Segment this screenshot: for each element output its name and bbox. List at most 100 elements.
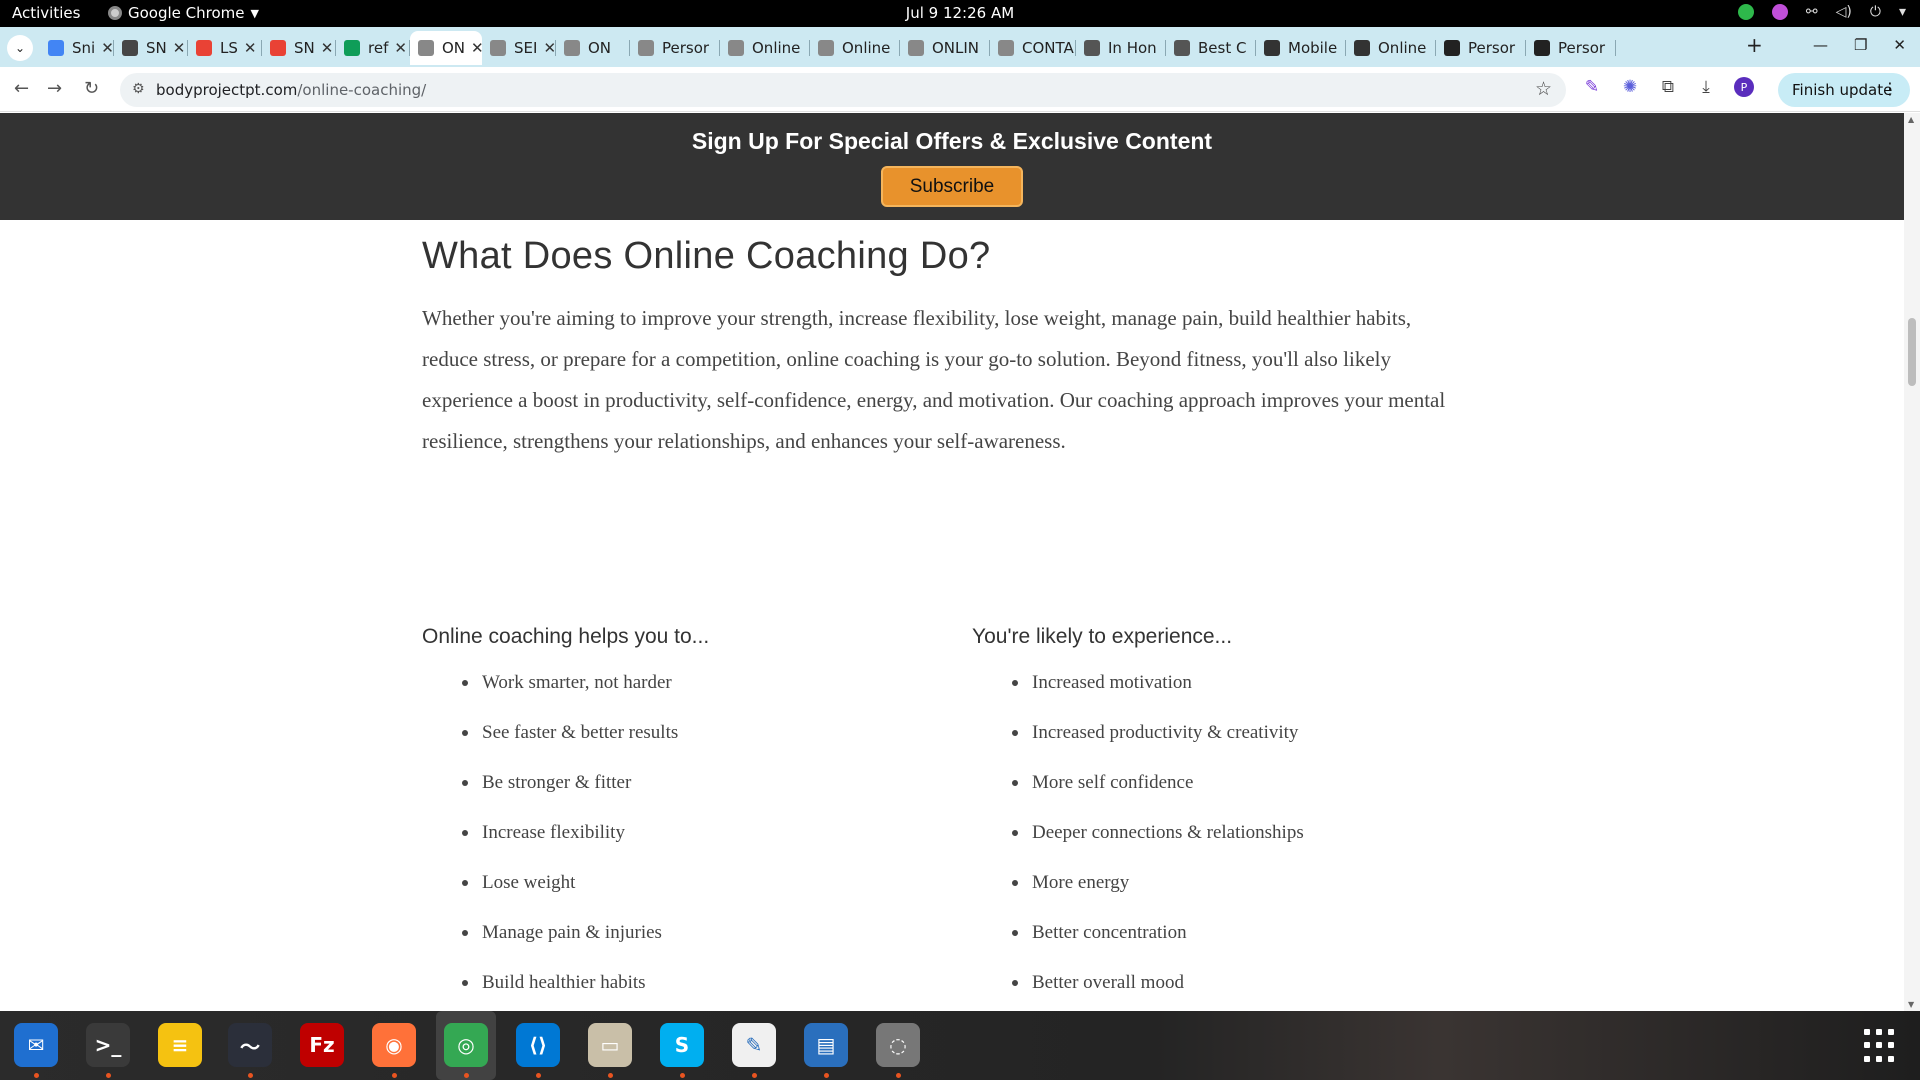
scroll-up-icon[interactable]: ▲	[1908, 115, 1914, 124]
tab[interactable]: Sni ✕	[40, 31, 114, 65]
list-item: Lose weight	[462, 871, 922, 921]
filezilla-icon[interactable]: Fz	[300, 1023, 344, 1067]
close-tab-icon[interactable]: ✕	[238, 39, 257, 57]
scroll-down-icon[interactable]: ▼	[1908, 1000, 1914, 1009]
tab[interactable]: Mobile	[1256, 31, 1346, 65]
site-icon	[490, 40, 506, 56]
page-heading: What Does Online Coaching Do?	[422, 235, 991, 277]
site-icon	[418, 40, 434, 56]
tab[interactable]: LS ✕	[188, 31, 262, 65]
left-benefits-list: Work smarter, not harder See faster & bet…	[422, 671, 922, 1011]
network-icon[interactable]: ⚯	[1806, 4, 1818, 20]
site-info-icon[interactable]: ⚙	[132, 81, 145, 97]
subscribe-button[interactable]: Subscribe	[881, 166, 1023, 207]
notes-icon[interactable]: ≡	[158, 1023, 202, 1067]
tab[interactable]: Best C	[1166, 31, 1256, 65]
tab[interactable]: Online	[810, 31, 900, 65]
extensions-puzzle-icon[interactable]: ⧉	[1658, 77, 1678, 97]
arch-icon	[1354, 40, 1370, 56]
show-apps-icon[interactable]	[1864, 1029, 1898, 1063]
tab-label: Persor	[662, 39, 710, 57]
terminal-icon[interactable]: >_	[86, 1023, 130, 1067]
tab[interactable]: Persor	[1526, 31, 1616, 65]
close-tab-icon[interactable]: ✕	[167, 39, 186, 57]
close-tab-icon[interactable]: ✕	[465, 39, 482, 57]
running-indicator	[752, 1073, 757, 1078]
profile-avatar[interactable]: P	[1734, 77, 1754, 97]
tab[interactable]: SN ✕	[262, 31, 336, 65]
tab-label: ON	[588, 39, 612, 57]
pen-extension-icon[interactable]: ✎	[1582, 77, 1602, 97]
more-menu-icon[interactable]: ⋮	[1882, 79, 1898, 98]
address-bar[interactable]: ⚙ bodyprojectpt.com/online-coaching/ ☆	[120, 73, 1566, 107]
tab-label: Online	[842, 39, 891, 57]
tab[interactable]: ON	[556, 31, 630, 65]
tab[interactable]: ref ✕	[336, 31, 410, 65]
new-tab-button[interactable]: +	[1746, 33, 1763, 57]
close-tab-icon[interactable]: ✕	[388, 39, 407, 57]
reload-icon[interactable]: ↻	[84, 78, 99, 99]
clock[interactable]: Jul 9 12:26 AM	[0, 4, 1920, 22]
wordpress-icon	[122, 40, 138, 56]
tab[interactable]: SEI ✕	[482, 31, 556, 65]
vscode-icon[interactable]: ⟨⟩	[516, 1023, 560, 1067]
disk-utility-icon[interactable]: ◌	[876, 1023, 920, 1067]
close-tab-icon[interactable]: ✕	[537, 39, 556, 57]
skype-icon[interactable]: S	[660, 1023, 704, 1067]
tab-label: SN	[294, 39, 315, 57]
web-page: Sign Up For Special Offers & Exclusive C…	[0, 113, 1904, 1011]
running-indicator	[392, 1073, 397, 1078]
url-path: /online-coaching/	[297, 81, 427, 99]
tab[interactable]: Persor	[630, 31, 720, 65]
globe-icon	[1084, 40, 1100, 56]
back-icon[interactable]: ←	[14, 78, 29, 99]
list-item: Manage pain & injuries	[462, 921, 922, 971]
tab[interactable]: Persor	[1436, 31, 1526, 65]
tab[interactable]: ONLIN	[900, 31, 990, 65]
forward-icon[interactable]: →	[47, 78, 62, 99]
power-icon[interactable]: ⏻	[1870, 4, 1881, 20]
tab[interactable]: Online	[720, 31, 810, 65]
list-item: More self confidence	[1012, 771, 1472, 821]
tab-search-button[interactable]: ⌄	[7, 35, 33, 61]
tab[interactable]: Online	[1346, 31, 1436, 65]
update-icon[interactable]	[1737, 4, 1754, 20]
system-monitor-icon[interactable]: 〜	[228, 1023, 272, 1067]
page-scrollbar[interactable]: ▲ ▼	[1904, 113, 1920, 1011]
close-icon[interactable]: ✕	[1893, 36, 1906, 54]
close-tab-icon[interactable]: ✕	[315, 39, 334, 57]
volume-icon[interactable]: ◁)	[1836, 4, 1852, 20]
files-icon[interactable]: ▭	[588, 1023, 632, 1067]
extension-tray-icon[interactable]	[1771, 4, 1788, 20]
site-icon	[908, 40, 924, 56]
system-tray[interactable]: ⚯ ◁) ⏻ ▾	[1737, 4, 1906, 20]
tab-label: Persor	[1468, 39, 1516, 57]
tab[interactable]: SN ✕	[114, 31, 188, 65]
scrollbar-thumb[interactable]	[1908, 318, 1916, 386]
bookmark-star-icon[interactable]: ☆	[1535, 78, 1552, 100]
maximize-icon[interactable]: ❐	[1854, 36, 1867, 54]
arch-icon	[1264, 40, 1280, 56]
flower-extension-icon[interactable]: ✺	[1620, 77, 1640, 97]
globe-icon	[1174, 40, 1190, 56]
download-icon[interactable]: ⤓	[1696, 77, 1716, 97]
tab-label: Online	[752, 39, 801, 57]
finish-update-button[interactable]: Finish update ⋮	[1778, 73, 1910, 107]
tab[interactable]: ON ✕	[410, 31, 482, 65]
tab-strip: ⌄ Sni ✕ SN ✕ LS ✕ SN ✕ ref ✕ ON ✕ SEI ✕ ON Persor Online…	[0, 27, 1920, 67]
thunderbird-icon[interactable]: ✉	[14, 1023, 58, 1067]
chrome-icon[interactable]: ◎	[444, 1023, 488, 1067]
tab[interactable]: CONTA	[990, 31, 1076, 65]
running-indicator	[824, 1073, 829, 1078]
running-indicator	[680, 1073, 685, 1078]
list-item: Be stronger & fitter	[462, 771, 922, 821]
tab[interactable]: In Hon	[1076, 31, 1166, 65]
libreoffice-writer-icon[interactable]: ▤	[804, 1023, 848, 1067]
minimize-icon[interactable]: —	[1813, 36, 1828, 54]
text-editor-icon[interactable]: ✎	[732, 1023, 776, 1067]
chevron-down-icon[interactable]: ▾	[1899, 4, 1906, 20]
firefox-icon[interactable]: ◉	[372, 1023, 416, 1067]
close-tab-icon[interactable]: ✕	[95, 39, 114, 57]
list-item: Increase flexibility	[462, 821, 922, 871]
url-text[interactable]: bodyprojectpt.com/online-coaching/	[156, 81, 426, 99]
